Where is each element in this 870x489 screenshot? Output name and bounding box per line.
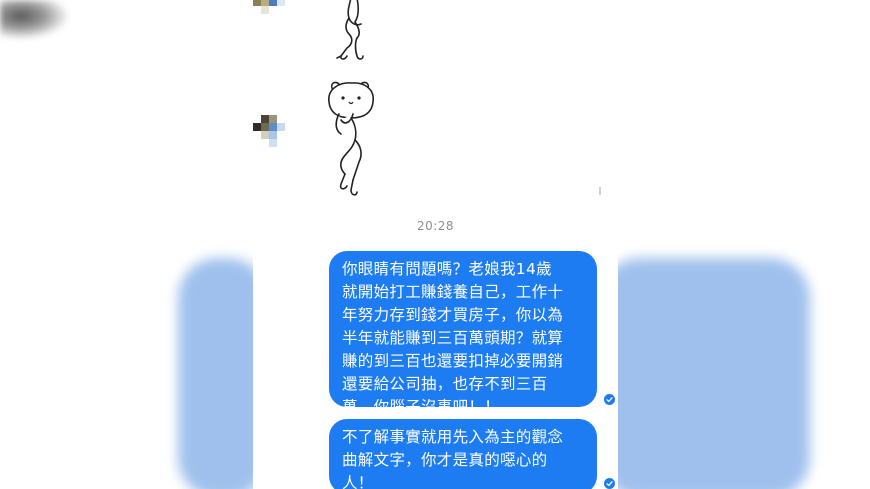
sent-message-bubble[interactable]: 不了解事實就用先入為主的觀念 曲解文字，你才是真的噁心的 人！ bbox=[329, 419, 597, 489]
message-timestamp: 20:28 bbox=[416, 219, 455, 233]
message-line: 還要給公司抽，也存不到三百 bbox=[342, 375, 548, 393]
scroll-indicator bbox=[599, 187, 601, 195]
message-line: 人！ bbox=[342, 474, 374, 489]
message-line: 曲解文字，你才是真的噁心的 bbox=[342, 451, 548, 469]
message-line: 就開始打工賺錢養自己，工作十 bbox=[342, 283, 564, 301]
bear-sticker bbox=[321, 0, 381, 64]
message-line: 半年就能賺到三百萬頭期？就算 bbox=[342, 329, 564, 347]
message-line: 不了解事實就用先入為主的觀念 bbox=[342, 428, 564, 446]
message-line: 年努力存到錢才買房子，你以為 bbox=[342, 306, 564, 324]
bear-sticker bbox=[321, 78, 381, 200]
sent-message-bubble[interactable]: 你眼睛有問題嗎？老娘我14歲 就開始打工賺錢養自己，工作十 年努力存到錢才買房子… bbox=[329, 251, 597, 416]
message-line: 賺的到三百也還要扣掉必要開銷 bbox=[342, 352, 564, 370]
blurred-bubble-right bbox=[600, 258, 810, 489]
pixelated-avatar bbox=[253, 115, 285, 149]
message-line: 你眼睛有問題嗎？老娘我14歲 bbox=[342, 260, 552, 278]
message-line: 萬，你腦子沒事吧！！ bbox=[342, 398, 501, 416]
check-icon bbox=[604, 394, 615, 405]
check-icon bbox=[604, 478, 615, 489]
chat-screenshot: 20:28 你眼睛有問題嗎？老娘我14歲 就開始打工賺錢養自己，工作十 年努力存… bbox=[253, 0, 618, 489]
corner-smudge bbox=[0, 0, 70, 40]
pixelated-avatar bbox=[253, 0, 285, 24]
